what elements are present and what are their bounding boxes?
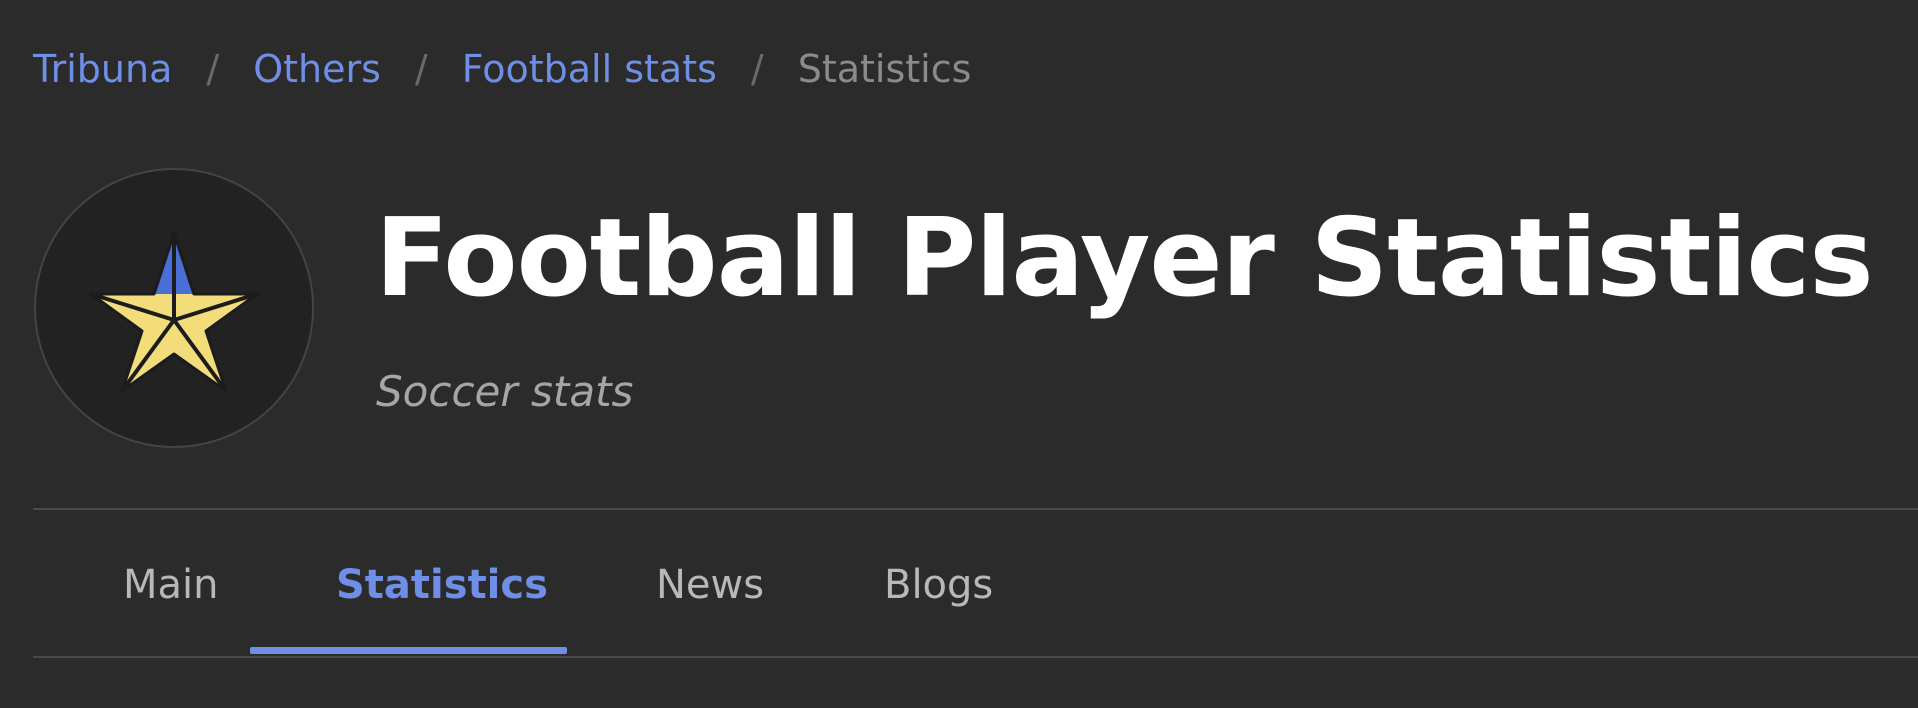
divider	[33, 656, 1918, 658]
breadcrumb-separator: /	[750, 47, 764, 91]
tab-main[interactable]: Main	[123, 510, 219, 656]
page-title: Football Player Statistics	[375, 196, 1874, 321]
star-icon	[89, 231, 259, 393]
page-subtitle: Soccer stats	[376, 367, 634, 416]
breadcrumb-link-football-stats[interactable]: Football stats	[462, 44, 717, 94]
active-tab-indicator	[250, 647, 567, 654]
tab-bar: Main Statistics News Blogs	[33, 510, 1918, 656]
breadcrumb-current: Statistics	[797, 47, 972, 91]
tab-statistics[interactable]: Statistics	[336, 510, 548, 656]
logo	[34, 168, 314, 448]
tab-news[interactable]: News	[656, 510, 764, 656]
breadcrumb-separator: /	[414, 47, 428, 91]
tab-blogs[interactable]: Blogs	[884, 510, 993, 656]
breadcrumb: Tribuna / Others / Football stats / Stat…	[33, 44, 971, 94]
breadcrumb-separator: /	[206, 47, 220, 91]
breadcrumb-link-others[interactable]: Others	[253, 44, 381, 94]
breadcrumb-link-tribuna[interactable]: Tribuna	[33, 44, 172, 94]
